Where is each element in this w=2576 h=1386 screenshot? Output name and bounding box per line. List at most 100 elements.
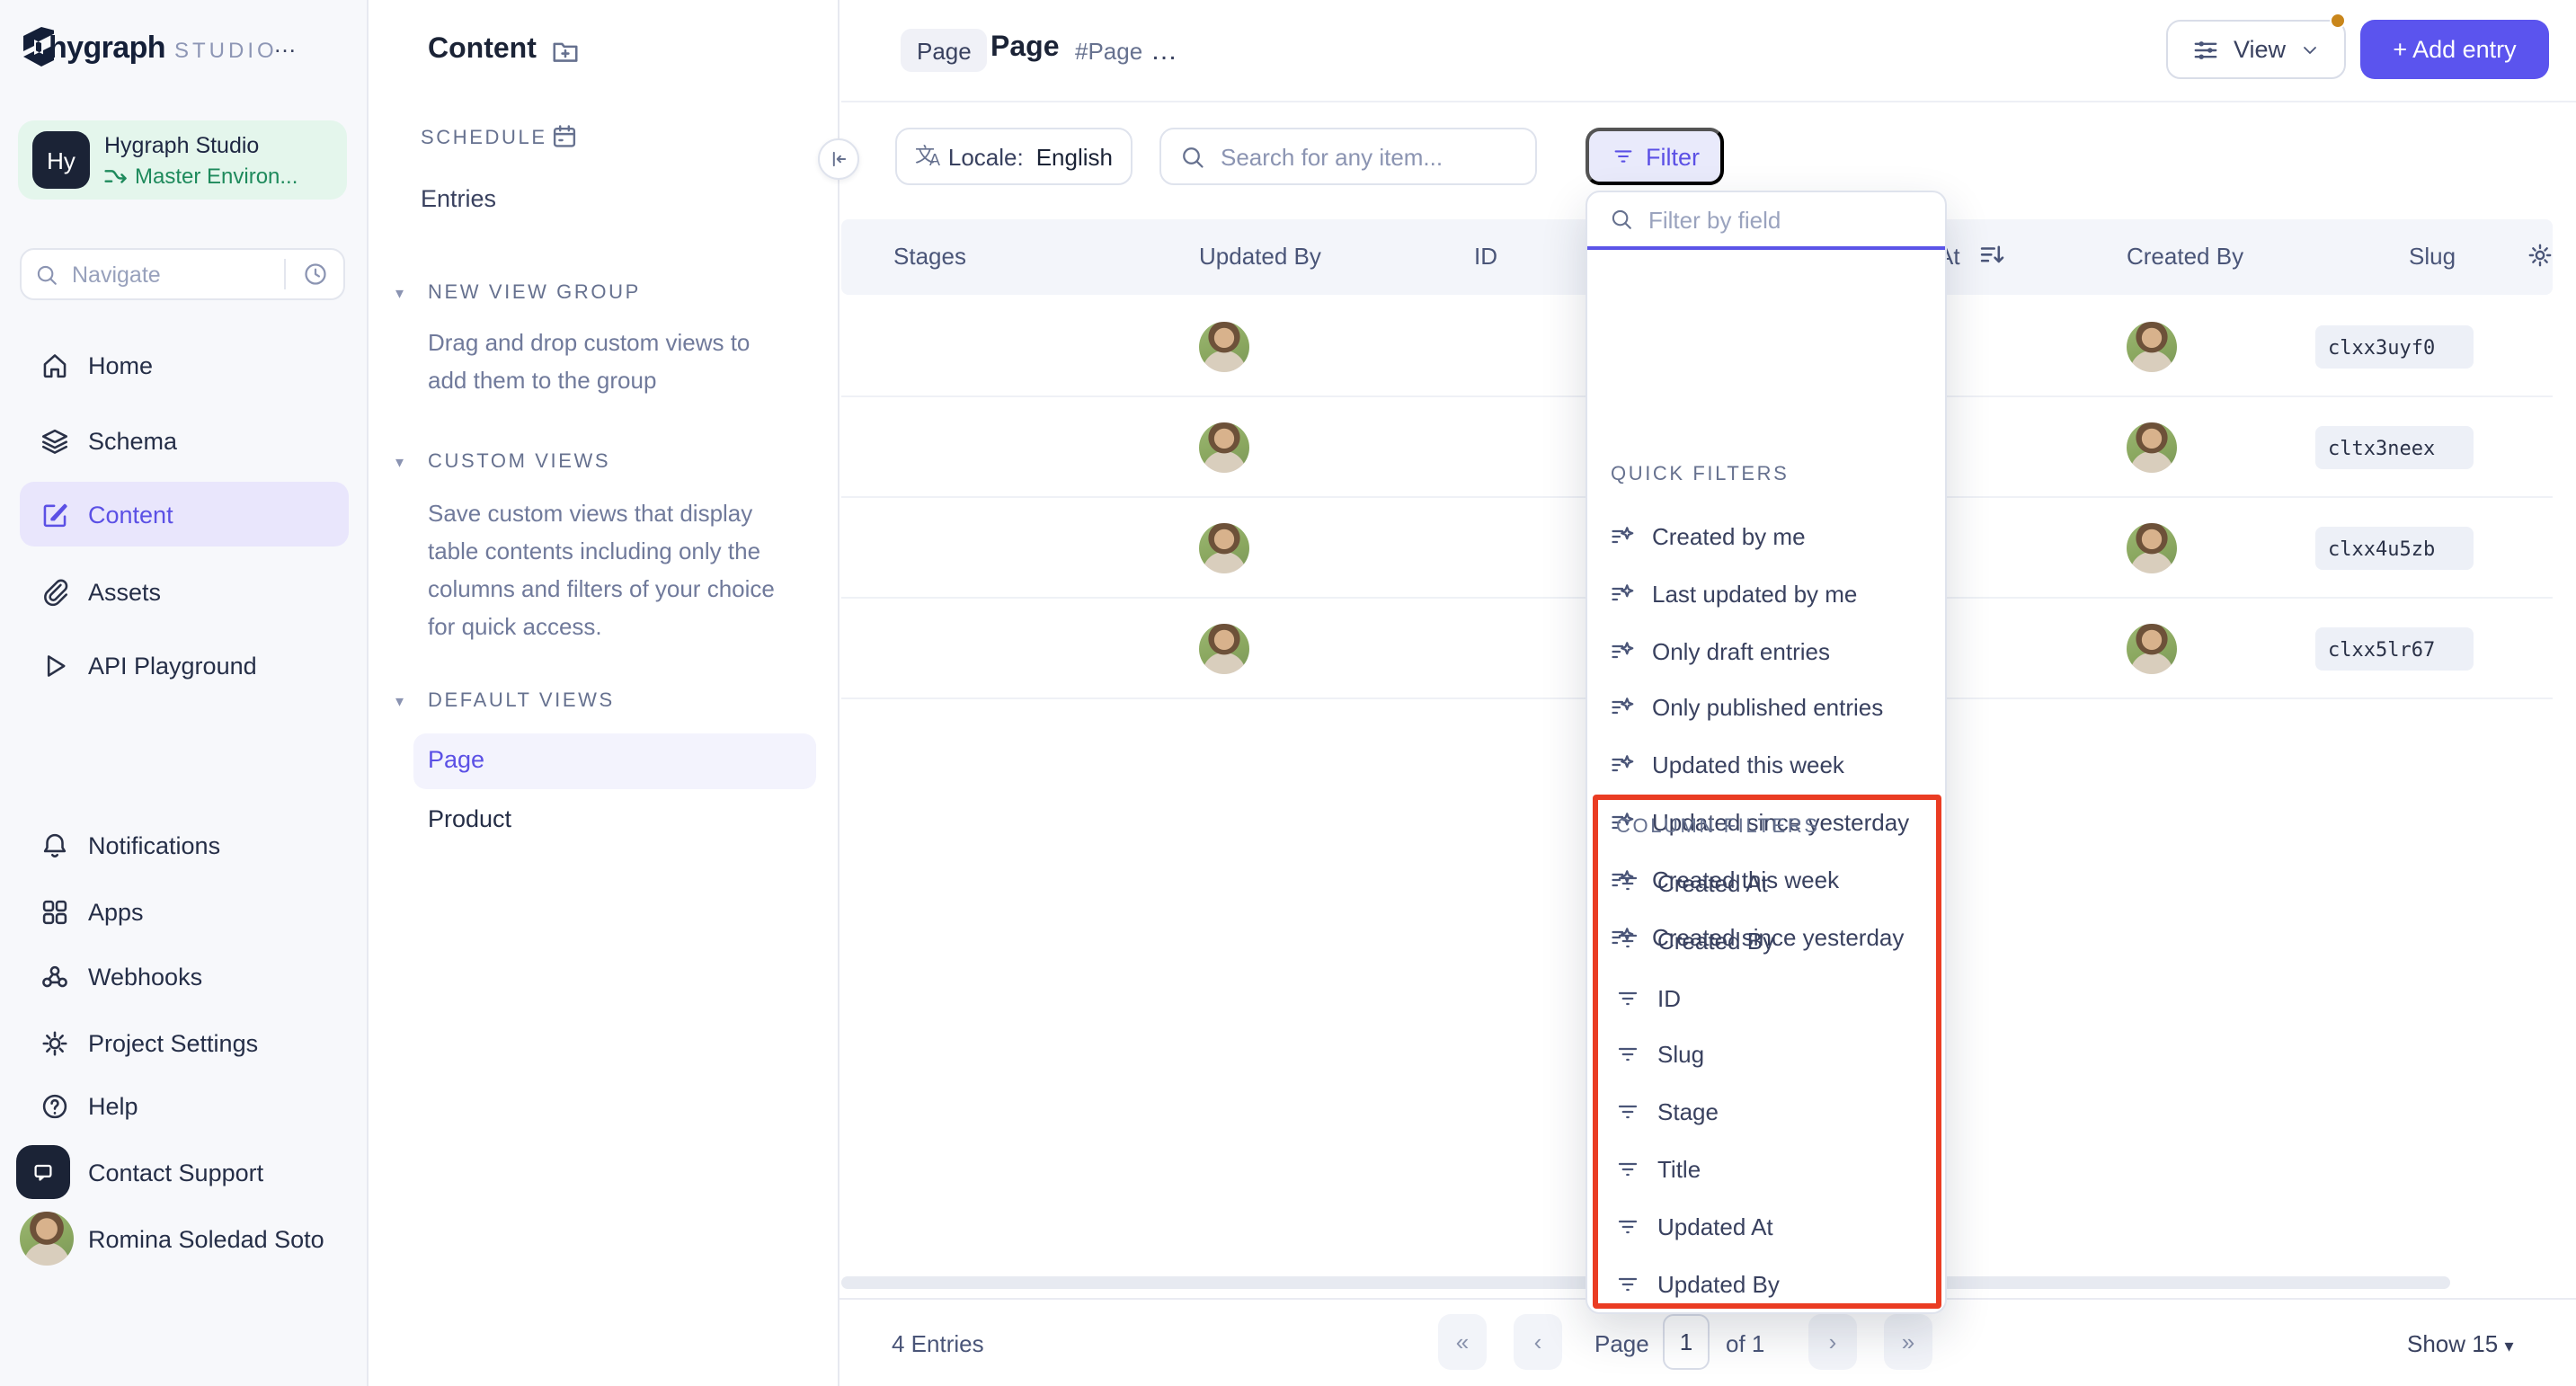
col-created-by[interactable]: Created By bbox=[2127, 243, 2243, 270]
sliders-icon bbox=[2192, 35, 2221, 64]
column-filter-created-at[interactable]: Created At bbox=[1614, 856, 1768, 910]
column-filter-id[interactable]: ID bbox=[1614, 971, 1681, 1025]
sidebar-item-notifications[interactable]: Notifications bbox=[20, 813, 349, 877]
chevron-down-icon[interactable]: ▾ bbox=[395, 453, 404, 473]
column-filter-updated-at[interactable]: Updated At bbox=[1614, 1199, 1773, 1253]
locale-selector[interactable]: 文 A Locale: English bbox=[895, 128, 1133, 185]
id-badge: clxx5lr67 bbox=[2315, 627, 2474, 671]
created-by-avatar bbox=[2127, 322, 2177, 372]
id-badge: clxx4u5zb bbox=[2315, 527, 2474, 570]
column-filter-created-by[interactable]: Created By bbox=[1614, 913, 1774, 967]
quick-filter-created-by-me[interactable]: Created by me bbox=[1609, 509, 1806, 563]
filter-button[interactable]: Filter bbox=[1586, 128, 1724, 185]
col-slug[interactable]: Slug bbox=[2409, 243, 2456, 270]
tab-page[interactable]: Page bbox=[901, 29, 988, 72]
filter-lines-icon bbox=[1614, 1213, 1641, 1239]
sidebar-item-home[interactable]: Home bbox=[20, 333, 349, 397]
filter-icon bbox=[1610, 144, 1635, 169]
custom-views-helper: Save custom views that display table con… bbox=[428, 494, 775, 645]
collapse-panel-button[interactable] bbox=[818, 138, 859, 180]
folder-plus-icon[interactable] bbox=[550, 36, 581, 76]
chevron-down-icon[interactable]: ▾ bbox=[395, 692, 404, 712]
recent-clock-icon[interactable] bbox=[286, 261, 343, 288]
custom-views-label[interactable]: CUSTOM VIEWS bbox=[428, 451, 610, 473]
page-more-icon[interactable]: … bbox=[1150, 36, 1179, 67]
updated-by-avatar bbox=[1199, 322, 1249, 372]
calendar-icon[interactable] bbox=[550, 122, 579, 160]
id-badge: clxx3uyf0 bbox=[2315, 325, 2474, 369]
sidebar-item-content[interactable]: Content bbox=[20, 482, 349, 546]
filter-lines-icon bbox=[1614, 1270, 1641, 1297]
search-icon bbox=[1609, 207, 1634, 232]
workspace-selector[interactable]: Hy Hygraph Studio Master Environ... bbox=[18, 120, 347, 200]
item-search-input[interactable] bbox=[1221, 143, 1517, 170]
schedule-entries-link[interactable]: Entries bbox=[421, 185, 496, 212]
new-view-group-helper: Drag and drop custom views to add them t… bbox=[428, 324, 750, 399]
sidebar: hygraph STUDIO … Hy Hygraph Studio Maste… bbox=[0, 0, 369, 1386]
panel-title: Content bbox=[428, 34, 537, 67]
sidebar-item-api-playground[interactable]: API Playground bbox=[20, 633, 349, 697]
created-by-avatar bbox=[2127, 624, 2177, 674]
pagination-last-button[interactable]: » bbox=[1884, 1314, 1932, 1370]
view-item-product[interactable]: Product bbox=[428, 805, 511, 832]
col-updated-by[interactable]: Updated By bbox=[1199, 243, 1321, 270]
entries-count: 4 Entries bbox=[892, 1330, 984, 1357]
edit-square-icon bbox=[20, 499, 88, 529]
sidebar-item-help[interactable]: Help bbox=[20, 1073, 349, 1138]
sidebar-more-icon[interactable]: … bbox=[273, 31, 298, 58]
quick-filter-only-draft-entries[interactable]: Only draft entries bbox=[1609, 624, 1830, 678]
sidebar-item-user[interactable]: Romina Soledad Soto bbox=[20, 1206, 349, 1271]
view-button[interactable]: View bbox=[2166, 20, 2346, 79]
pagination-prev-button[interactable]: ‹ bbox=[1514, 1314, 1562, 1370]
default-views-label[interactable]: DEFAULT VIEWS bbox=[428, 690, 615, 712]
new-view-group-label[interactable]: NEW VIEW GROUP bbox=[428, 282, 641, 304]
sidebar-item-schema[interactable]: Schema bbox=[20, 408, 349, 473]
column-filter-title[interactable]: Title bbox=[1614, 1142, 1701, 1195]
page-of-label: of 1 bbox=[1726, 1330, 1764, 1357]
paperclip-icon bbox=[20, 576, 88, 607]
created-by-avatar bbox=[2127, 422, 2177, 473]
col-stages[interactable]: Stages bbox=[893, 243, 966, 270]
user-avatar bbox=[20, 1212, 88, 1266]
view-item-page[interactable]: Page bbox=[413, 733, 816, 789]
chevron-down-icon[interactable]: ▾ bbox=[395, 284, 404, 304]
show-per-page-select[interactable]: Show 15 ▾ bbox=[2407, 1330, 2514, 1357]
sidebar-item-assets[interactable]: Assets bbox=[20, 559, 349, 624]
filter-field-search[interactable] bbox=[1587, 192, 1945, 250]
table-settings-gear-icon[interactable] bbox=[2526, 241, 2554, 279]
sidebar-item-project-settings[interactable]: Project Settings bbox=[20, 1010, 349, 1075]
navigate-input[interactable] bbox=[72, 262, 284, 287]
column-filter-slug[interactable]: Slug bbox=[1614, 1026, 1704, 1080]
content-view-panel: Content SCHEDULE Entries ▾ NEW VIEW GROU… bbox=[369, 0, 839, 1386]
column-filters-highlight: COLUMN FILTERS Created At Created By ID … bbox=[1593, 795, 1941, 1309]
sidebar-item-webhooks[interactable]: Webhooks bbox=[20, 944, 349, 1008]
app-window: hygraph STUDIO … Hy Hygraph Studio Maste… bbox=[0, 0, 2576, 1386]
play-icon bbox=[20, 650, 88, 680]
page-number-input[interactable] bbox=[1663, 1314, 1710, 1370]
pagination-next-button[interactable]: › bbox=[1808, 1314, 1857, 1370]
navigate-search[interactable] bbox=[20, 248, 345, 300]
chevron-down-icon: ▾ bbox=[2504, 1337, 2513, 1357]
column-filter-updated-by[interactable]: Updated By bbox=[1614, 1257, 1780, 1310]
quick-filter-only-published-entries[interactable]: Only published entries bbox=[1609, 680, 1883, 733]
col-id[interactable]: ID bbox=[1474, 243, 1497, 270]
item-search[interactable] bbox=[1159, 128, 1537, 185]
chat-bubble-icon bbox=[20, 1145, 88, 1199]
id-badge: cltx3neex bbox=[2315, 426, 2474, 469]
divider bbox=[841, 101, 2576, 102]
column-filter-stage[interactable]: Stage bbox=[1614, 1084, 1719, 1138]
quick-filter-updated-this-week[interactable]: Updated this week bbox=[1609, 737, 1844, 791]
sidebar-item-contact-support[interactable]: Contact Support bbox=[20, 1140, 349, 1204]
sidebar-item-apps[interactable]: Apps bbox=[20, 879, 349, 944]
webhook-icon bbox=[20, 961, 88, 991]
filter-lines-icon bbox=[1614, 869, 1641, 896]
quick-filter-last-updated-by-me[interactable]: Last updated by me bbox=[1609, 566, 1857, 620]
sort-descending-icon[interactable] bbox=[1977, 241, 2008, 280]
page-label: Page bbox=[1594, 1330, 1649, 1357]
filter-field-input[interactable] bbox=[1648, 206, 1923, 233]
pagination-first-button[interactable]: « bbox=[1438, 1314, 1487, 1370]
sparkle-filter-icon bbox=[1609, 580, 1636, 607]
workspace-avatar: Hy bbox=[32, 131, 90, 189]
translate-icon: 文 A bbox=[915, 143, 936, 170]
add-entry-button[interactable]: + Add entry bbox=[2360, 20, 2549, 79]
